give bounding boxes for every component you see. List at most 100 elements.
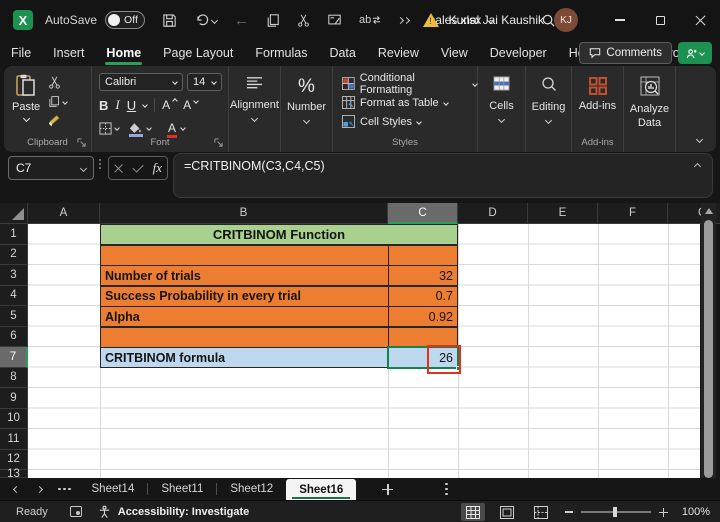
format-as-table-button[interactable]: Format as Table — [342, 93, 477, 112]
cell-b7[interactable]: CRITBINOM formula — [100, 347, 389, 368]
tab-developer[interactable]: Developer — [479, 40, 558, 66]
clipboard-dialog-launcher-icon[interactable] — [77, 138, 86, 147]
row-header-13[interactable]: 13 — [0, 468, 28, 478]
sheet-nav-left-icon[interactable] — [12, 485, 21, 493]
zoom-level[interactable]: 100% — [678, 506, 710, 518]
cell-b6[interactable] — [100, 326, 389, 348]
vertical-scrollbar-thumb[interactable] — [704, 220, 713, 478]
group-editing[interactable]: Editing — [526, 66, 572, 152]
cell-c3[interactable]: 32 — [388, 265, 458, 286]
insert-function-button[interactable]: fx — [153, 160, 162, 176]
underline-button[interactable]: U — [127, 98, 136, 113]
fill-color-button[interactable] — [129, 122, 152, 137]
zoom-slider[interactable] — [581, 507, 651, 517]
tab-data[interactable]: Data — [318, 40, 366, 66]
group-addins[interactable]: Add-ins Add-ins — [572, 66, 624, 152]
row-header-3[interactable]: 3 — [0, 265, 28, 286]
zoom-slider-thumb[interactable] — [613, 507, 617, 517]
copy-icon[interactable] — [266, 13, 280, 28]
zoom-out-icon[interactable] — [565, 511, 573, 513]
row-header-10[interactable]: 10 — [0, 408, 28, 429]
collapse-ribbon-icon[interactable] — [695, 135, 704, 144]
group-number[interactable]: % Number — [281, 66, 333, 152]
row-header-5[interactable]: 5 — [0, 306, 28, 327]
tab-insert[interactable]: Insert — [42, 40, 95, 66]
tab-file[interactable]: File — [0, 40, 42, 66]
column-header-e[interactable]: E — [528, 203, 598, 224]
row-header-6[interactable]: 6 — [0, 326, 28, 347]
cut-icon[interactable] — [297, 13, 310, 28]
row-header-9[interactable]: 9 — [0, 388, 28, 409]
italic-button[interactable]: I — [115, 97, 119, 113]
select-all-corner[interactable] — [0, 203, 28, 224]
qat-overflow-icon[interactable] — [397, 16, 411, 24]
row-header-11[interactable]: 11 — [0, 429, 28, 450]
tab-view[interactable]: View — [430, 40, 479, 66]
cell-b4[interactable]: Success Probability in every trial — [100, 285, 389, 307]
cell-b5[interactable]: Alpha — [100, 306, 389, 327]
cancel-icon[interactable] — [114, 164, 123, 173]
warning-icon[interactable]: ! — [422, 13, 439, 27]
row-header-4[interactable]: 4 — [0, 285, 28, 306]
column-header-d[interactable]: D — [458, 203, 528, 224]
paste-dropdown-icon[interactable] — [22, 114, 30, 123]
column-header-c[interactable]: C — [388, 203, 458, 224]
page-layout-view-button[interactable] — [495, 503, 519, 521]
user-avatar[interactable]: KJ — [554, 8, 578, 32]
formula-bar-input[interactable]: =CRITBINOM(C3,C4,C5) — [173, 153, 713, 198]
sheet-tab-sheet11[interactable]: Sheet11 — [148, 478, 216, 500]
enter-icon[interactable] — [132, 160, 144, 173]
autosave-toggle[interactable]: Off — [105, 11, 146, 29]
cell-c4[interactable]: 0.7 — [388, 285, 458, 307]
increase-font-button[interactable]: A — [162, 98, 178, 112]
sheet-options-icon[interactable] — [445, 482, 448, 496]
sheet-tab-sheet14[interactable]: Sheet14 — [79, 478, 148, 500]
tab-page-layout[interactable]: Page Layout — [152, 40, 244, 66]
paste-picture-icon[interactable] — [327, 13, 342, 27]
conditional-formatting-button[interactable]: Conditional Formatting — [342, 72, 478, 96]
user-name[interactable]: Kunal Jai Kaushik — [449, 13, 544, 27]
analyze-data-button[interactable]: Analyze Data — [624, 66, 676, 152]
cell-c5[interactable]: 0.92 — [388, 306, 458, 327]
column-header-f[interactable]: F — [598, 203, 668, 224]
cell-title[interactable]: CRITBINOM Function — [100, 224, 458, 245]
column-header-b[interactable]: B — [100, 203, 388, 224]
sheet-nav-right-icon[interactable] — [35, 485, 44, 493]
collapse-formula-bar-icon[interactable] — [693, 162, 702, 171]
group-cells[interactable]: Cells — [478, 66, 526, 152]
scroll-up-icon[interactable] — [704, 208, 713, 214]
name-box[interactable]: C7 — [8, 156, 94, 180]
tab-review[interactable]: Review — [367, 40, 430, 66]
name-box-dropdown-icon[interactable] — [79, 164, 88, 172]
cut-button[interactable] — [48, 76, 67, 89]
zoom-in-icon[interactable] — [659, 507, 668, 517]
font-color-button[interactable]: A — [167, 121, 186, 138]
row-header-7[interactable]: 7 — [0, 347, 28, 368]
excel-logo-icon[interactable]: X — [13, 10, 33, 30]
accessibility-status[interactable]: Accessibility: Investigate — [118, 506, 249, 518]
tab-home[interactable]: Home — [95, 40, 152, 66]
sheet-tab-sheet16-active[interactable]: Sheet16 — [286, 479, 357, 500]
cell-b3[interactable]: Number of trials — [100, 265, 389, 286]
undo-dropdown-icon[interactable] — [211, 16, 219, 24]
format-painter-button[interactable] — [48, 114, 67, 127]
row-header-8[interactable]: 8 — [0, 367, 28, 388]
page-break-preview-button[interactable] — [529, 503, 553, 521]
undo-icon[interactable] — [194, 13, 219, 27]
underline-dropdown-icon[interactable] — [142, 102, 148, 108]
comments-button[interactable]: Comments — [579, 42, 672, 64]
sheet-tab-sheet12[interactable]: Sheet12 — [217, 478, 286, 500]
cell-c2[interactable] — [388, 244, 458, 266]
minimize-button[interactable] — [600, 0, 640, 40]
bold-button[interactable]: B — [99, 98, 108, 113]
accessibility-icon[interactable] — [98, 505, 111, 519]
new-sheet-button[interactable] — [382, 483, 394, 495]
group-alignment[interactable]: Alignment — [229, 66, 281, 152]
copy-button[interactable] — [48, 95, 68, 108]
share-button[interactable] — [678, 42, 712, 64]
maximize-button[interactable] — [640, 0, 680, 40]
cell-styles-button[interactable]: Cell Styles — [342, 112, 477, 131]
row-header-2[interactable]: 2 — [0, 244, 28, 265]
all-sheets-icon[interactable] — [58, 487, 71, 491]
save-icon[interactable] — [162, 13, 177, 28]
